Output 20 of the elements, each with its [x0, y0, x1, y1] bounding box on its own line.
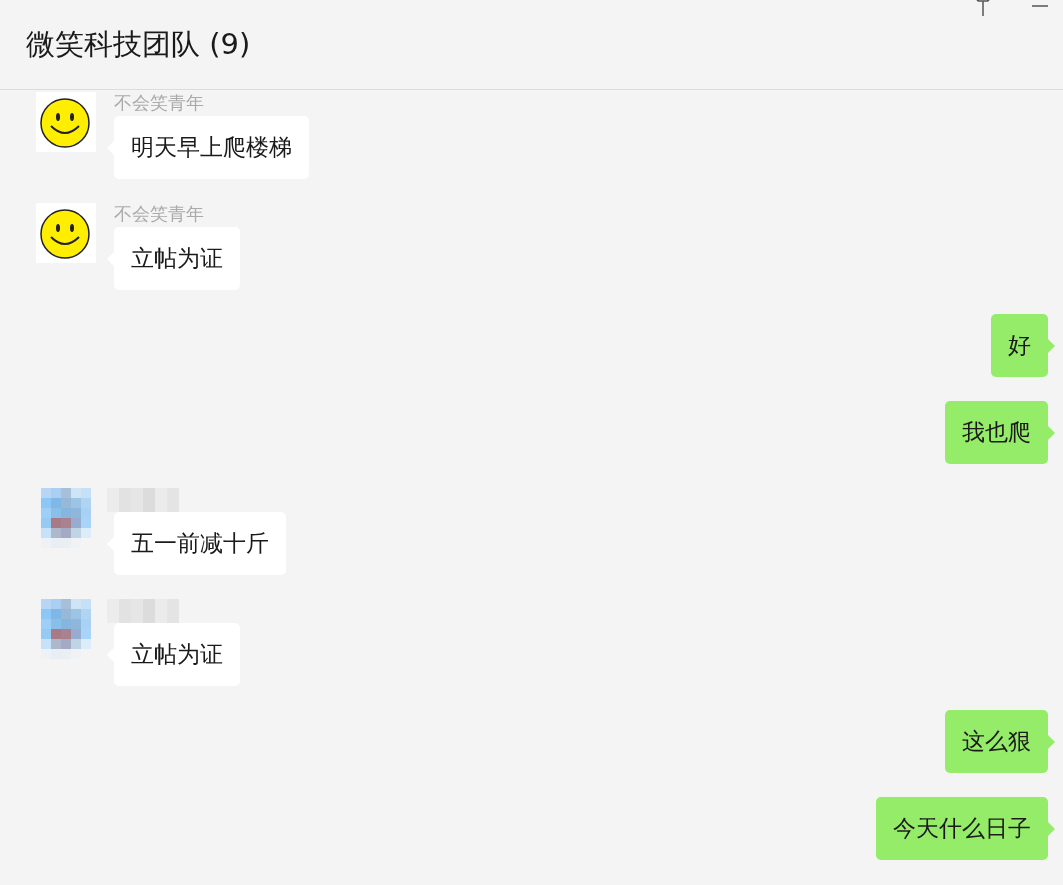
window-title: 微笑科技团队 (9) [26, 25, 251, 63]
message-bubble: 好 [991, 314, 1048, 377]
message-bubble: 立帖为证 [114, 227, 240, 290]
message-bubble: 今天什么日子 [876, 797, 1048, 860]
message-bubble: 我也爬 [945, 401, 1048, 464]
smiley-avatar[interactable] [36, 92, 96, 152]
smiley-avatar[interactable] [36, 203, 96, 263]
sender-name: 不会笑青年 [114, 203, 204, 225]
blurred-name [107, 599, 179, 623]
message-bubble: 五一前减十斤 [114, 512, 286, 575]
bubble-tail [1048, 426, 1055, 440]
bubble-tail [1048, 339, 1055, 353]
minimize-icon[interactable] [1032, 4, 1048, 8]
bubble-tail [1048, 822, 1055, 836]
message-bubble: 明天早上爬楼梯 [114, 116, 309, 179]
sender-name: 不会笑青年 [114, 92, 204, 114]
message-bubble: 立帖为证 [114, 623, 240, 686]
message-bubble: 这么狠 [945, 710, 1048, 773]
bubble-tail [1048, 735, 1055, 749]
blurred-name [107, 488, 179, 512]
